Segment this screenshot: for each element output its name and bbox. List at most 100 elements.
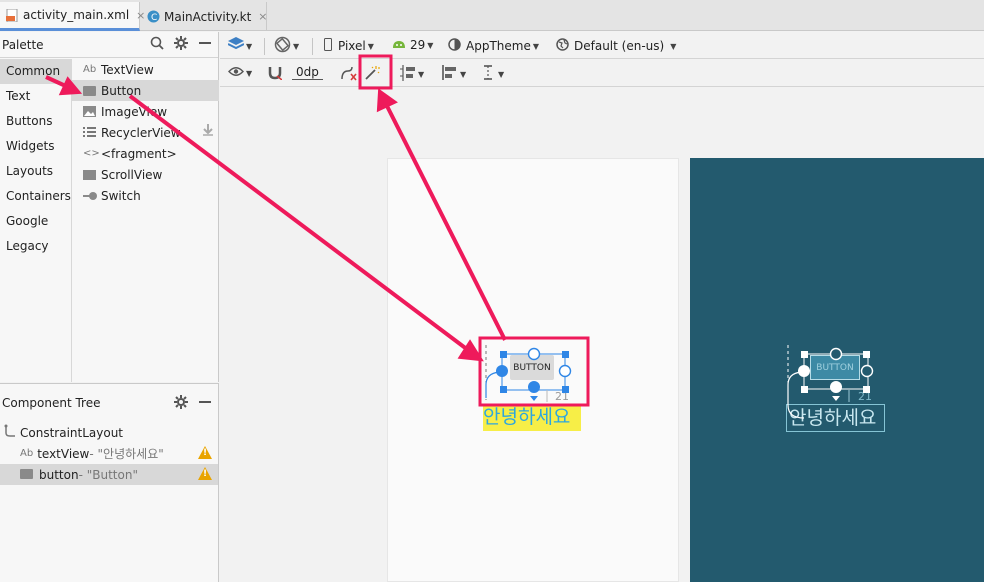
clear-constraints-icon: [340, 66, 357, 84]
tree-item-label: ConstraintLayout: [20, 425, 124, 440]
theme-dropdown[interactable]: AppTheme ▼: [448, 38, 539, 54]
pack-dropdown[interactable]: ▼: [400, 65, 424, 84]
chevron-down-icon: ▼: [246, 41, 253, 51]
tree-item-textview[interactable]: Ab textView - "안녕하세요": [0, 443, 218, 464]
blueprint-button-widget[interactable]: BUTTON: [810, 355, 860, 380]
svg-text:C: C: [151, 13, 157, 23]
category-widgets[interactable]: Widgets: [0, 134, 71, 159]
chevron-down-icon: ▼: [498, 69, 505, 79]
category-text[interactable]: Text: [0, 84, 71, 109]
widget-label: ImageView: [101, 104, 168, 119]
toolbar-divider: [312, 38, 313, 55]
palette-title: Palette: [2, 37, 44, 52]
autoconnect-toggle[interactable]: [268, 65, 283, 83]
widget-textview[interactable]: Ab TextView: [72, 59, 219, 80]
textview-text: 안녕하세요: [789, 407, 877, 429]
clear-constraints-button[interactable]: [340, 66, 357, 84]
chevron-down-icon: ▼: [246, 68, 253, 78]
phone-icon: [324, 38, 332, 54]
widget-label: RecyclerView: [101, 125, 181, 140]
palette-panel: Palette Common Text Buttons Widgets Layo…: [0, 32, 219, 382]
design-button-widget[interactable]: BUTTON: [510, 355, 554, 380]
chevron-down-icon: ▼: [460, 69, 467, 79]
component-tree-panel: Component Tree ConstraintLayout Ab textV…: [0, 383, 219, 582]
category-legacy[interactable]: Legacy: [0, 234, 71, 259]
tree-item-hint: - "안녕하세요": [89, 447, 164, 461]
minimize-icon[interactable]: [198, 36, 212, 54]
align-dropdown[interactable]: ▼: [442, 65, 466, 83]
list-icon: [83, 127, 101, 138]
xml-file-icon: [6, 8, 19, 22]
tree-item-constraintlayout[interactable]: ConstraintLayout: [0, 422, 218, 443]
minimize-icon[interactable]: [198, 395, 212, 413]
code-brackets-icon: <>: [83, 148, 100, 159]
widget-label: ScrollView: [101, 167, 163, 182]
button-icon: [20, 468, 33, 482]
constraint-layout-icon: [4, 424, 16, 441]
switch-icon: [83, 191, 101, 201]
guidelines-dropdown[interactable]: ▼: [482, 65, 504, 83]
chevron-down-icon: ▼: [418, 70, 425, 79]
palette-header: Palette: [0, 32, 218, 58]
design-toolbar: ▼ ▼ Pixel ▼ 29 ▼ AppTheme ▼ Default (en-…: [220, 32, 984, 59]
chevron-down-icon: ▼: [532, 41, 539, 51]
tab-activity-main[interactable]: activity_main.xml ×: [0, 2, 145, 31]
category-layouts[interactable]: Layouts: [0, 159, 71, 184]
warning-icon[interactable]: [198, 446, 212, 459]
download-icon[interactable]: [203, 124, 213, 139]
image-icon: [83, 106, 101, 117]
category-containers[interactable]: Containers: [0, 184, 71, 209]
scroll-icon: [83, 169, 101, 180]
device-dropdown[interactable]: Pixel ▼: [324, 38, 374, 54]
widget-button[interactable]: Button: [72, 80, 219, 101]
default-margin-field[interactable]: 0dp: [292, 65, 323, 80]
category-google[interactable]: Google: [0, 209, 71, 234]
device-label: Pixel: [338, 39, 366, 53]
tab-label: MainActivity.kt: [164, 9, 252, 24]
tree-item-button[interactable]: button - "Button": [0, 464, 218, 485]
constraint-toolbar: ▼ 0dp ▼ ▼ ▼: [220, 60, 984, 87]
textview-icon: Ab: [20, 448, 34, 459]
widget-label: Button: [101, 83, 142, 98]
layers-dropdown[interactable]: ▼: [227, 37, 253, 55]
widget-label: <fragment>: [101, 146, 177, 161]
api-level-dropdown[interactable]: 29 ▼: [392, 38, 433, 52]
orientation-dropdown[interactable]: ▼: [274, 36, 299, 56]
view-options-dropdown[interactable]: ▼: [228, 66, 252, 80]
close-tab-icon[interactable]: ×: [258, 10, 267, 23]
toolbar-divider: [264, 38, 265, 55]
widget-switch[interactable]: Switch: [72, 185, 219, 206]
button-icon: [83, 85, 101, 96]
widget-recyclerview[interactable]: RecyclerView: [72, 122, 219, 143]
button-text: BUTTON: [513, 362, 551, 373]
tab-main-activity[interactable]: C MainActivity.kt ×: [141, 2, 268, 31]
design-canvas[interactable]: [220, 88, 984, 582]
category-common[interactable]: Common: [0, 59, 71, 84]
button-text: BUTTON: [816, 362, 854, 373]
kotlin-file-icon: C: [147, 10, 160, 23]
tree-item-hint: - "Button": [78, 467, 138, 482]
layers-icon: [227, 37, 245, 55]
widget-scrollview[interactable]: ScrollView: [72, 164, 219, 185]
chevron-down-icon: ▼: [293, 41, 300, 51]
design-textview-widget[interactable]: 안녕하세요: [483, 404, 581, 431]
component-tree-title: Component Tree: [2, 396, 101, 410]
search-icon[interactable]: [150, 36, 164, 54]
widget-imageview[interactable]: ImageView: [72, 101, 219, 122]
gear-icon[interactable]: [174, 395, 188, 413]
warning-icon[interactable]: [198, 467, 212, 480]
textview-text: 안녕하세요: [483, 406, 571, 428]
infer-constraints-button[interactable]: [364, 65, 380, 84]
globe-icon: [556, 38, 569, 54]
align-left-icon: [442, 65, 458, 83]
pack-icon: [400, 65, 416, 84]
widget-label: Switch: [101, 188, 141, 203]
locale-dropdown[interactable]: Default (en-us) ▼: [556, 38, 676, 54]
blueprint-textview-widget[interactable]: 안녕하세요: [786, 404, 885, 432]
chevron-down-icon: ▼: [427, 40, 434, 50]
margin-badge: 21: [858, 390, 872, 403]
category-buttons[interactable]: Buttons: [0, 109, 71, 134]
widget-fragment[interactable]: <> <fragment>: [72, 143, 219, 164]
gear-icon[interactable]: [174, 36, 188, 54]
widget-label: TextView: [101, 62, 154, 77]
